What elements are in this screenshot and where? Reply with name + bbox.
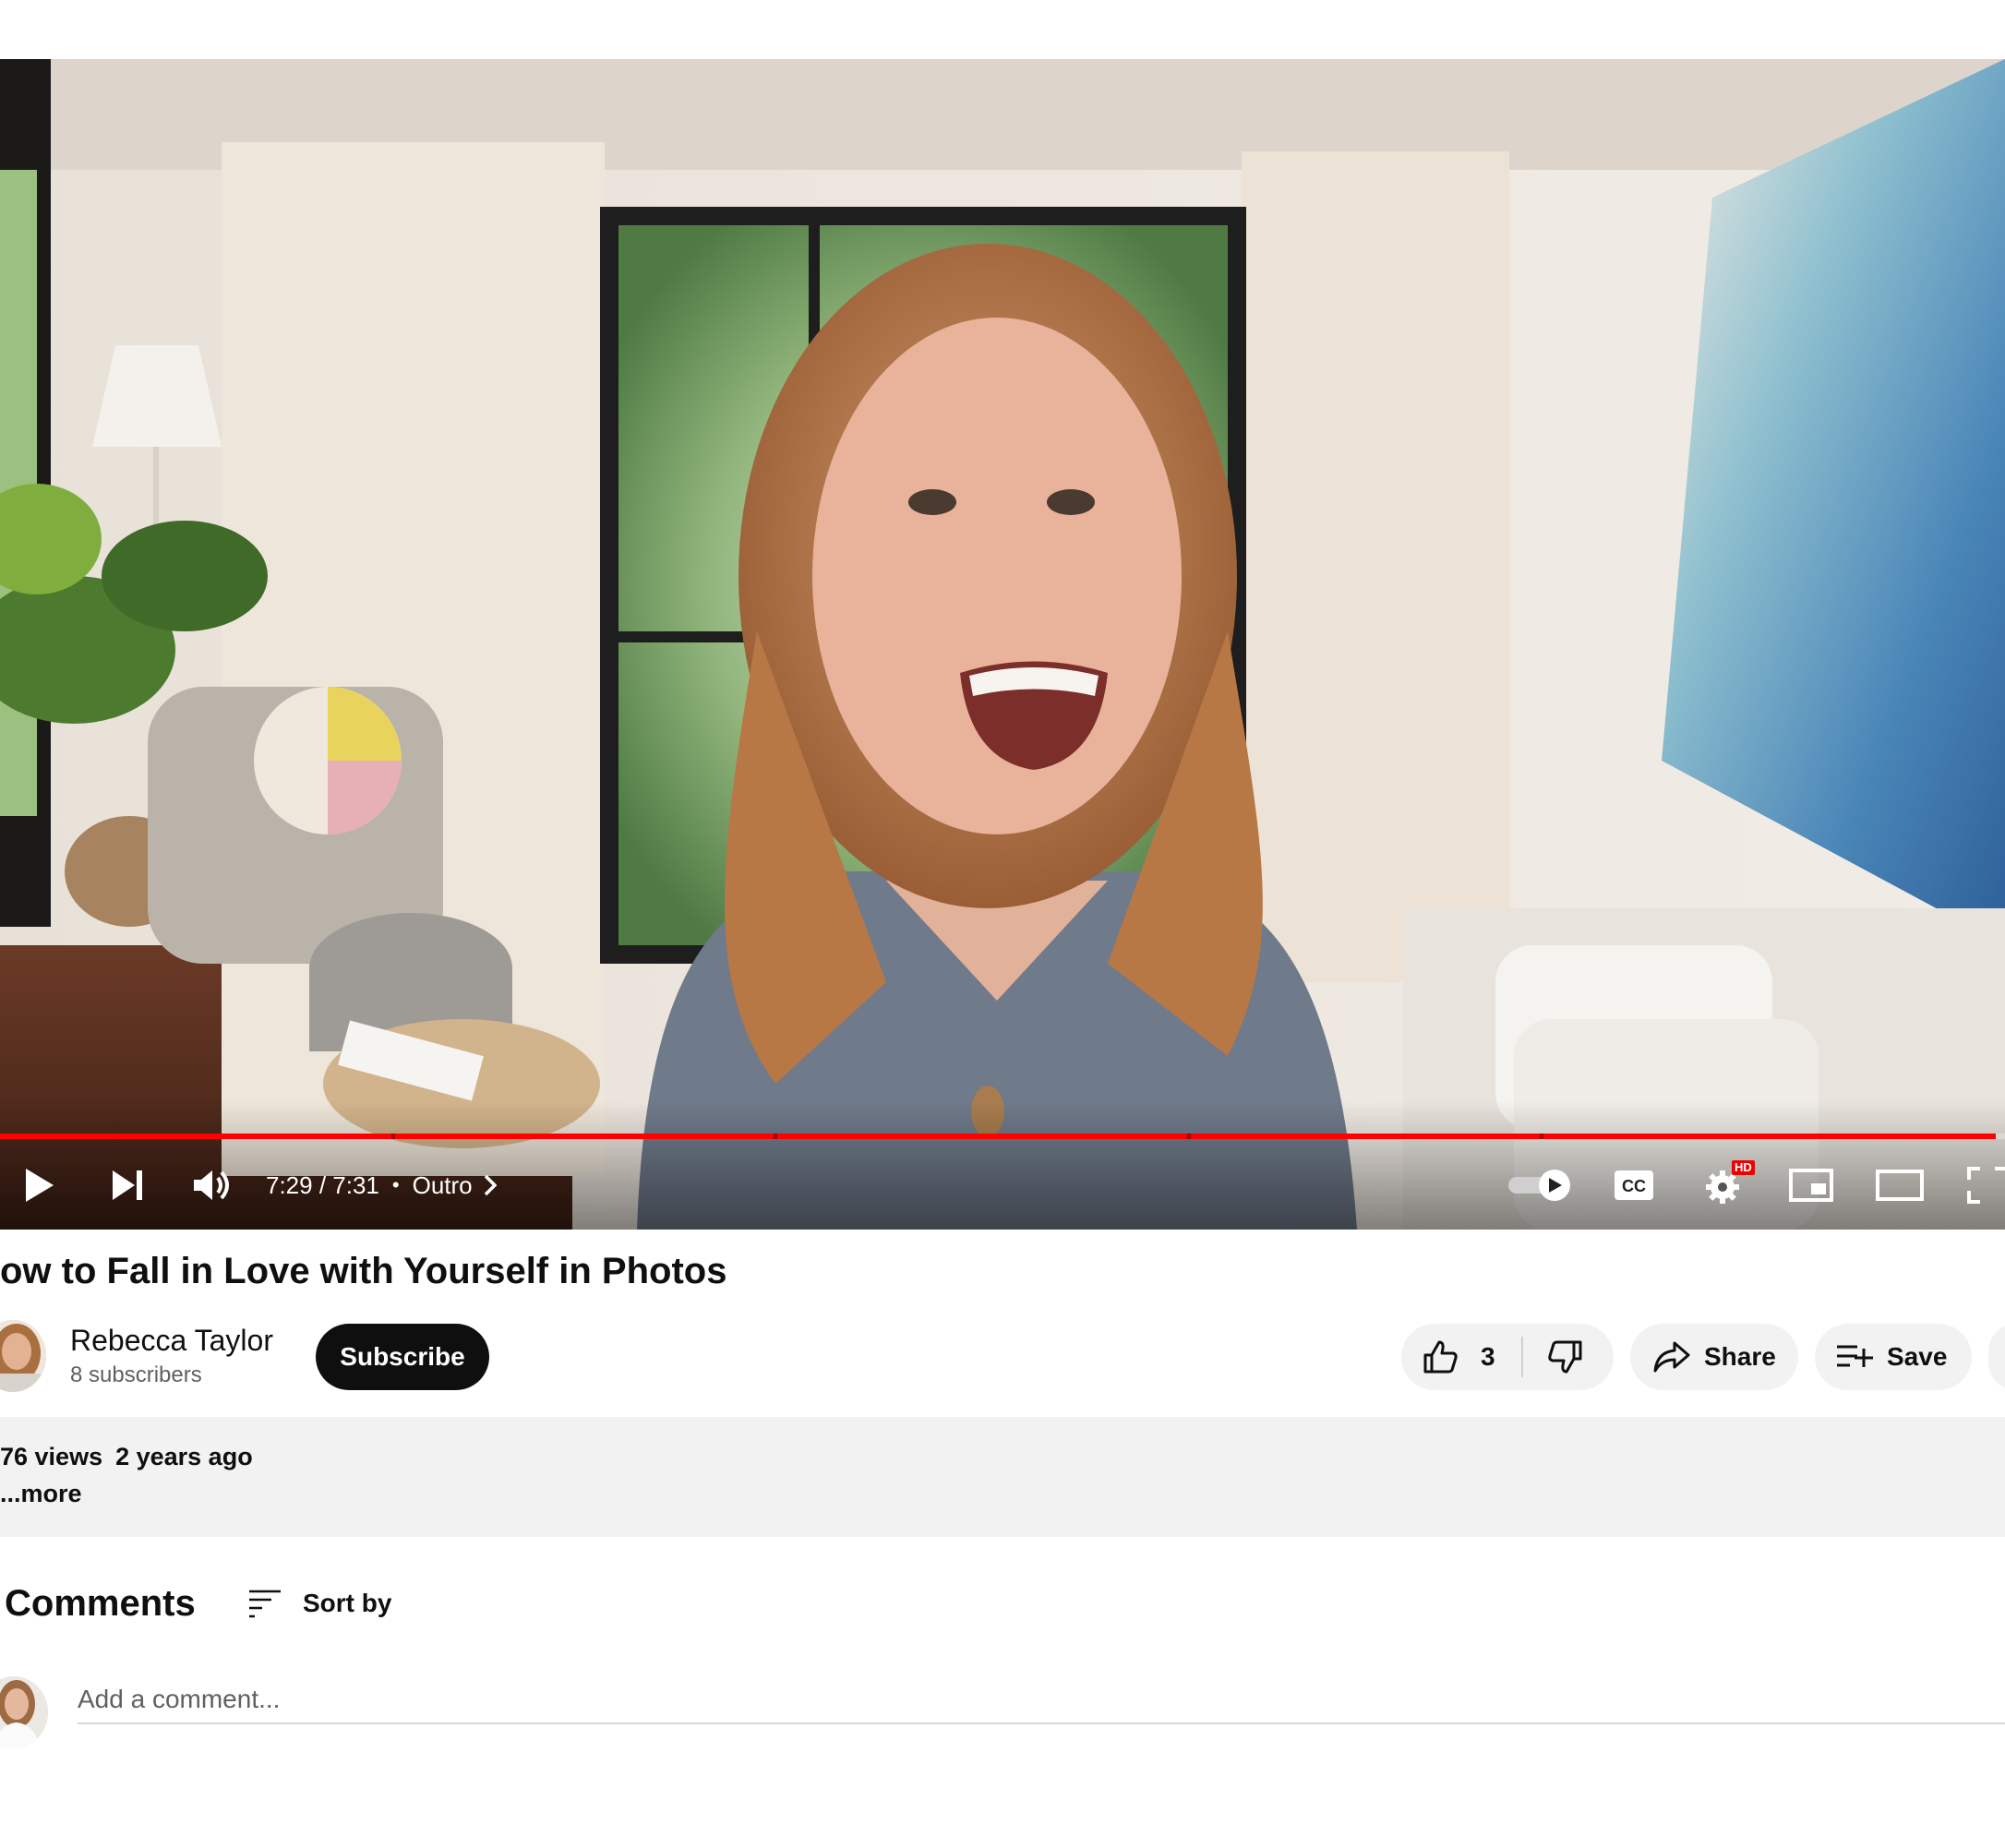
- next-button[interactable]: [102, 1153, 153, 1218]
- save-playlist-icon: [1837, 1345, 1873, 1367]
- publish-date: 2 years ago: [115, 1443, 253, 1470]
- volume-icon: [194, 1170, 229, 1200]
- video-title: ow to Fall in Love with Yourself in Phot…: [0, 1251, 727, 1291]
- thumbs-up-icon: [1423, 1340, 1458, 1374]
- sort-icon: [249, 1590, 281, 1618]
- video-frame[interactable]: [0, 59, 2005, 1230]
- player-controls: 7:29 / 7:31 • Outro CC HD: [0, 1153, 2005, 1218]
- subscribe-button[interactable]: Subscribe: [316, 1324, 489, 1390]
- hd-badge: HD: [1732, 1160, 1755, 1175]
- chapter-title[interactable]: Outro: [413, 1171, 473, 1200]
- owner-row: Rebecca Taylor 8 subscribers Subscribe 3…: [0, 1320, 2005, 1394]
- description-meta: 76 views 2 years ago: [0, 1443, 253, 1471]
- subscriber-count: 8 subscribers: [70, 1362, 202, 1387]
- sort-label: Sort by: [303, 1589, 392, 1617]
- chapter-marker: [391, 1134, 395, 1139]
- save-label: Save: [1887, 1342, 1948, 1371]
- more-actions-button[interactable]: [1988, 1324, 2005, 1390]
- chapter-marker: [774, 1134, 777, 1139]
- chapter-marker: [1540, 1134, 1543, 1139]
- cc-icon: CC: [1615, 1170, 1653, 1200]
- play-button[interactable]: [13, 1153, 65, 1218]
- fullscreen-icon: [1967, 1167, 2005, 1204]
- theater-mode-button[interactable]: [1874, 1153, 1926, 1218]
- settings-button[interactable]: HD: [1697, 1153, 1755, 1218]
- mute-button[interactable]: [185, 1153, 240, 1218]
- captions-button[interactable]: CC: [1608, 1153, 1660, 1218]
- chapter-marker: [1187, 1134, 1191, 1139]
- autoplay-toggle-icon: [1508, 1170, 1570, 1201]
- time-separator: •: [391, 1173, 400, 1196]
- comment-input[interactable]: Add a comment...: [78, 1676, 2005, 1724]
- like-divider: [1520, 1337, 1523, 1377]
- user-avatar-image: [0, 1676, 48, 1748]
- like-count: 3: [1481, 1342, 1495, 1371]
- progress-fill: [0, 1134, 1997, 1139]
- fullscreen-button[interactable]: [1964, 1153, 2005, 1218]
- like-button[interactable]: 3: [1401, 1324, 1495, 1390]
- next-icon: [113, 1170, 142, 1200]
- share-button[interactable]: Share: [1630, 1324, 1798, 1390]
- like-dislike-group: 3: [1401, 1324, 1614, 1390]
- miniplayer-button[interactable]: [1785, 1153, 1837, 1218]
- share-label: Share: [1704, 1342, 1776, 1371]
- svg-text:CC: CC: [1622, 1177, 1646, 1195]
- user-avatar: [0, 1676, 48, 1748]
- video-player[interactable]: 7:29 / 7:31 • Outro CC HD: [0, 59, 2005, 1230]
- miniplayer-icon: [1789, 1169, 1833, 1202]
- progress-bar[interactable]: [0, 1134, 2005, 1139]
- avatar-image: [0, 1320, 46, 1392]
- description-box[interactable]: 76 views 2 years ago ...more: [0, 1417, 2005, 1537]
- thumbs-down-icon: [1547, 1340, 1582, 1374]
- save-button[interactable]: Save: [1815, 1324, 1972, 1390]
- description-more-link[interactable]: ...more: [0, 1480, 82, 1508]
- autoplay-toggle[interactable]: [1505, 1153, 1575, 1218]
- time-display: 7:29 / 7:31 • Outro: [266, 1153, 497, 1218]
- channel-avatar[interactable]: [0, 1320, 46, 1392]
- dislike-button[interactable]: [1547, 1324, 1584, 1390]
- comments-heading: Comments: [5, 1583, 196, 1624]
- play-icon: [26, 1169, 54, 1202]
- sort-button[interactable]: Sort by: [247, 1580, 391, 1626]
- time-text: 7:29 / 7:31: [266, 1170, 379, 1199]
- channel-name[interactable]: Rebecca Taylor: [70, 1324, 273, 1358]
- theater-icon: [1876, 1170, 1924, 1201]
- share-icon: [1653, 1341, 1690, 1373]
- view-count: 76 views: [0, 1443, 103, 1470]
- chevron-right-icon[interactable]: [484, 1174, 497, 1196]
